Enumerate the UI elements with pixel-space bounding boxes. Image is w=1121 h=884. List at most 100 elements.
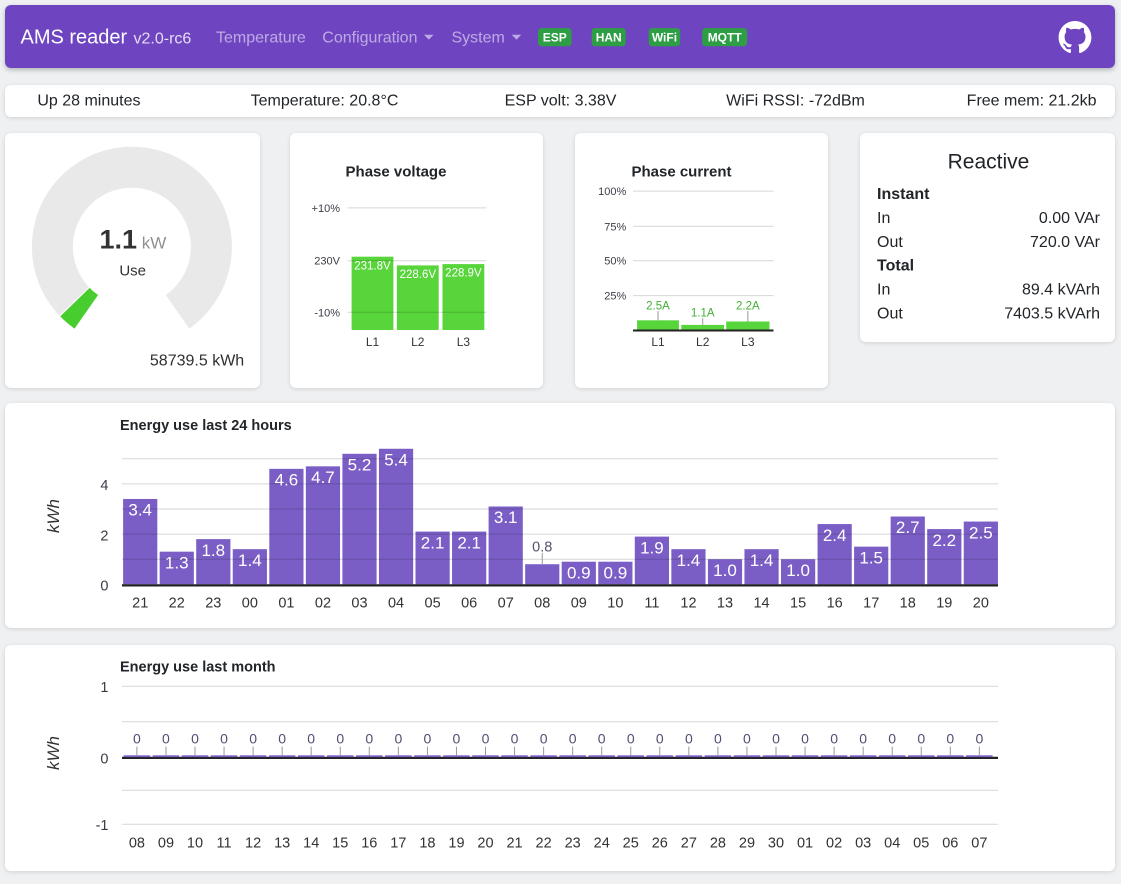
svg-text:+10%: +10% xyxy=(312,202,341,214)
svg-text:Reactive: Reactive xyxy=(947,150,1029,173)
svg-text:18: 18 xyxy=(900,595,916,611)
svg-text:11: 11 xyxy=(644,595,659,611)
svg-text:03: 03 xyxy=(855,836,871,852)
svg-text:L1: L1 xyxy=(366,334,380,348)
svg-text:1.9: 1.9 xyxy=(640,538,664,557)
svg-text:230V: 230V xyxy=(314,255,340,267)
svg-text:v2.0-rc6: v2.0-rc6 xyxy=(134,30,192,47)
svg-text:AMS reader: AMS reader xyxy=(21,26,128,48)
svg-text:0: 0 xyxy=(191,730,199,746)
svg-text:Configuration: Configuration xyxy=(322,29,417,46)
svg-text:75%: 75% xyxy=(604,221,626,233)
svg-text:ESP volt: 3.38V: ESP volt: 3.38V xyxy=(505,92,617,109)
svg-text:4.7: 4.7 xyxy=(311,468,335,487)
svg-text:23: 23 xyxy=(565,836,581,852)
svg-text:1.0: 1.0 xyxy=(786,561,810,580)
svg-text:06: 06 xyxy=(461,595,477,611)
svg-text:06: 06 xyxy=(942,836,958,852)
svg-text:58739.5 kWh: 58739.5 kWh xyxy=(150,352,244,369)
svg-text:0: 0 xyxy=(656,730,664,746)
svg-text:Phase voltage: Phase voltage xyxy=(346,163,447,180)
svg-text:System: System xyxy=(452,29,505,46)
svg-text:L2: L2 xyxy=(696,334,710,348)
svg-text:1.4: 1.4 xyxy=(238,551,262,570)
svg-text:16: 16 xyxy=(361,836,377,852)
svg-text:Instant: Instant xyxy=(877,185,930,202)
svg-text:20: 20 xyxy=(973,595,989,611)
svg-text:1: 1 xyxy=(100,680,108,696)
svg-text:0: 0 xyxy=(394,730,402,746)
svg-text:10: 10 xyxy=(607,595,623,611)
svg-text:0: 0 xyxy=(482,730,490,746)
svg-text:1.4: 1.4 xyxy=(750,551,774,570)
svg-text:29: 29 xyxy=(739,836,755,852)
svg-text:0: 0 xyxy=(946,730,954,746)
svg-text:HAN: HAN xyxy=(596,31,622,45)
svg-text:10: 10 xyxy=(187,836,203,852)
svg-text:0: 0 xyxy=(100,752,108,768)
svg-text:24: 24 xyxy=(594,836,610,852)
svg-text:3.1: 3.1 xyxy=(494,508,518,527)
svg-text:02: 02 xyxy=(315,595,331,611)
svg-text:0: 0 xyxy=(685,730,693,746)
svg-text:19: 19 xyxy=(936,595,952,611)
svg-text:18: 18 xyxy=(419,836,435,852)
svg-text:05: 05 xyxy=(425,595,441,611)
svg-text:2: 2 xyxy=(100,528,108,544)
svg-text:22: 22 xyxy=(536,836,552,852)
svg-text:05: 05 xyxy=(913,836,929,852)
svg-text:0: 0 xyxy=(917,730,925,746)
svg-text:2.5: 2.5 xyxy=(969,523,993,542)
svg-text:03: 03 xyxy=(351,595,367,611)
svg-text:L3: L3 xyxy=(457,334,471,348)
svg-text:1.8: 1.8 xyxy=(201,541,225,560)
svg-text:2.4: 2.4 xyxy=(823,526,847,545)
svg-text:02: 02 xyxy=(826,836,842,852)
svg-text:21: 21 xyxy=(506,836,522,852)
svg-text:0.9: 0.9 xyxy=(567,563,591,582)
svg-text:L1: L1 xyxy=(651,334,665,348)
svg-text:89.4 kVArh: 89.4 kVArh xyxy=(1022,281,1100,298)
svg-text:2.2A: 2.2A xyxy=(736,300,760,312)
svg-text:0: 0 xyxy=(278,730,286,746)
svg-text:0: 0 xyxy=(830,730,838,746)
svg-text:22: 22 xyxy=(169,595,185,611)
svg-text:0.00 VAr: 0.00 VAr xyxy=(1038,210,1100,227)
svg-text:07: 07 xyxy=(971,836,987,852)
svg-text:0: 0 xyxy=(162,730,170,746)
svg-text:07: 07 xyxy=(498,595,514,611)
svg-text:28: 28 xyxy=(710,836,726,852)
svg-text:09: 09 xyxy=(158,836,174,852)
svg-text:21: 21 xyxy=(132,595,148,611)
svg-text:-10%: -10% xyxy=(314,307,340,319)
svg-text:15: 15 xyxy=(790,595,806,611)
svg-text:04: 04 xyxy=(388,595,404,611)
svg-text:0: 0 xyxy=(511,730,519,746)
svg-text:12: 12 xyxy=(245,836,261,852)
svg-text:Energy use last 24 hours: Energy use last 24 hours xyxy=(120,418,292,434)
svg-text:0: 0 xyxy=(569,730,577,746)
svg-text:14: 14 xyxy=(303,836,319,852)
svg-text:08: 08 xyxy=(129,836,145,852)
svg-text:20: 20 xyxy=(477,836,493,852)
svg-text:0: 0 xyxy=(307,730,315,746)
svg-text:7403.5 kVArh: 7403.5 kVArh xyxy=(1004,305,1100,322)
svg-text:08: 08 xyxy=(534,595,550,611)
svg-text:2.1: 2.1 xyxy=(421,533,445,552)
svg-text:Temperature: Temperature xyxy=(216,29,306,46)
svg-text:Temperature: 20.8°C: Temperature: 20.8°C xyxy=(251,92,399,109)
svg-text:01: 01 xyxy=(797,836,813,852)
svg-text:WiFi RSSI: -72dBm: WiFi RSSI: -72dBm xyxy=(726,92,865,109)
svg-text:0: 0 xyxy=(453,730,461,746)
svg-text:100%: 100% xyxy=(598,186,626,198)
svg-text:16: 16 xyxy=(827,595,843,611)
svg-text:5.2: 5.2 xyxy=(348,455,372,474)
svg-text:Up 28 minutes: Up 28 minutes xyxy=(37,92,140,109)
svg-text:2.2: 2.2 xyxy=(932,531,956,550)
svg-text:1.0: 1.0 xyxy=(713,561,737,580)
svg-text:00: 00 xyxy=(242,595,258,611)
svg-text:3.4: 3.4 xyxy=(128,501,152,520)
svg-text:0: 0 xyxy=(627,730,635,746)
svg-text:0: 0 xyxy=(801,730,809,746)
svg-text:17: 17 xyxy=(390,836,406,852)
